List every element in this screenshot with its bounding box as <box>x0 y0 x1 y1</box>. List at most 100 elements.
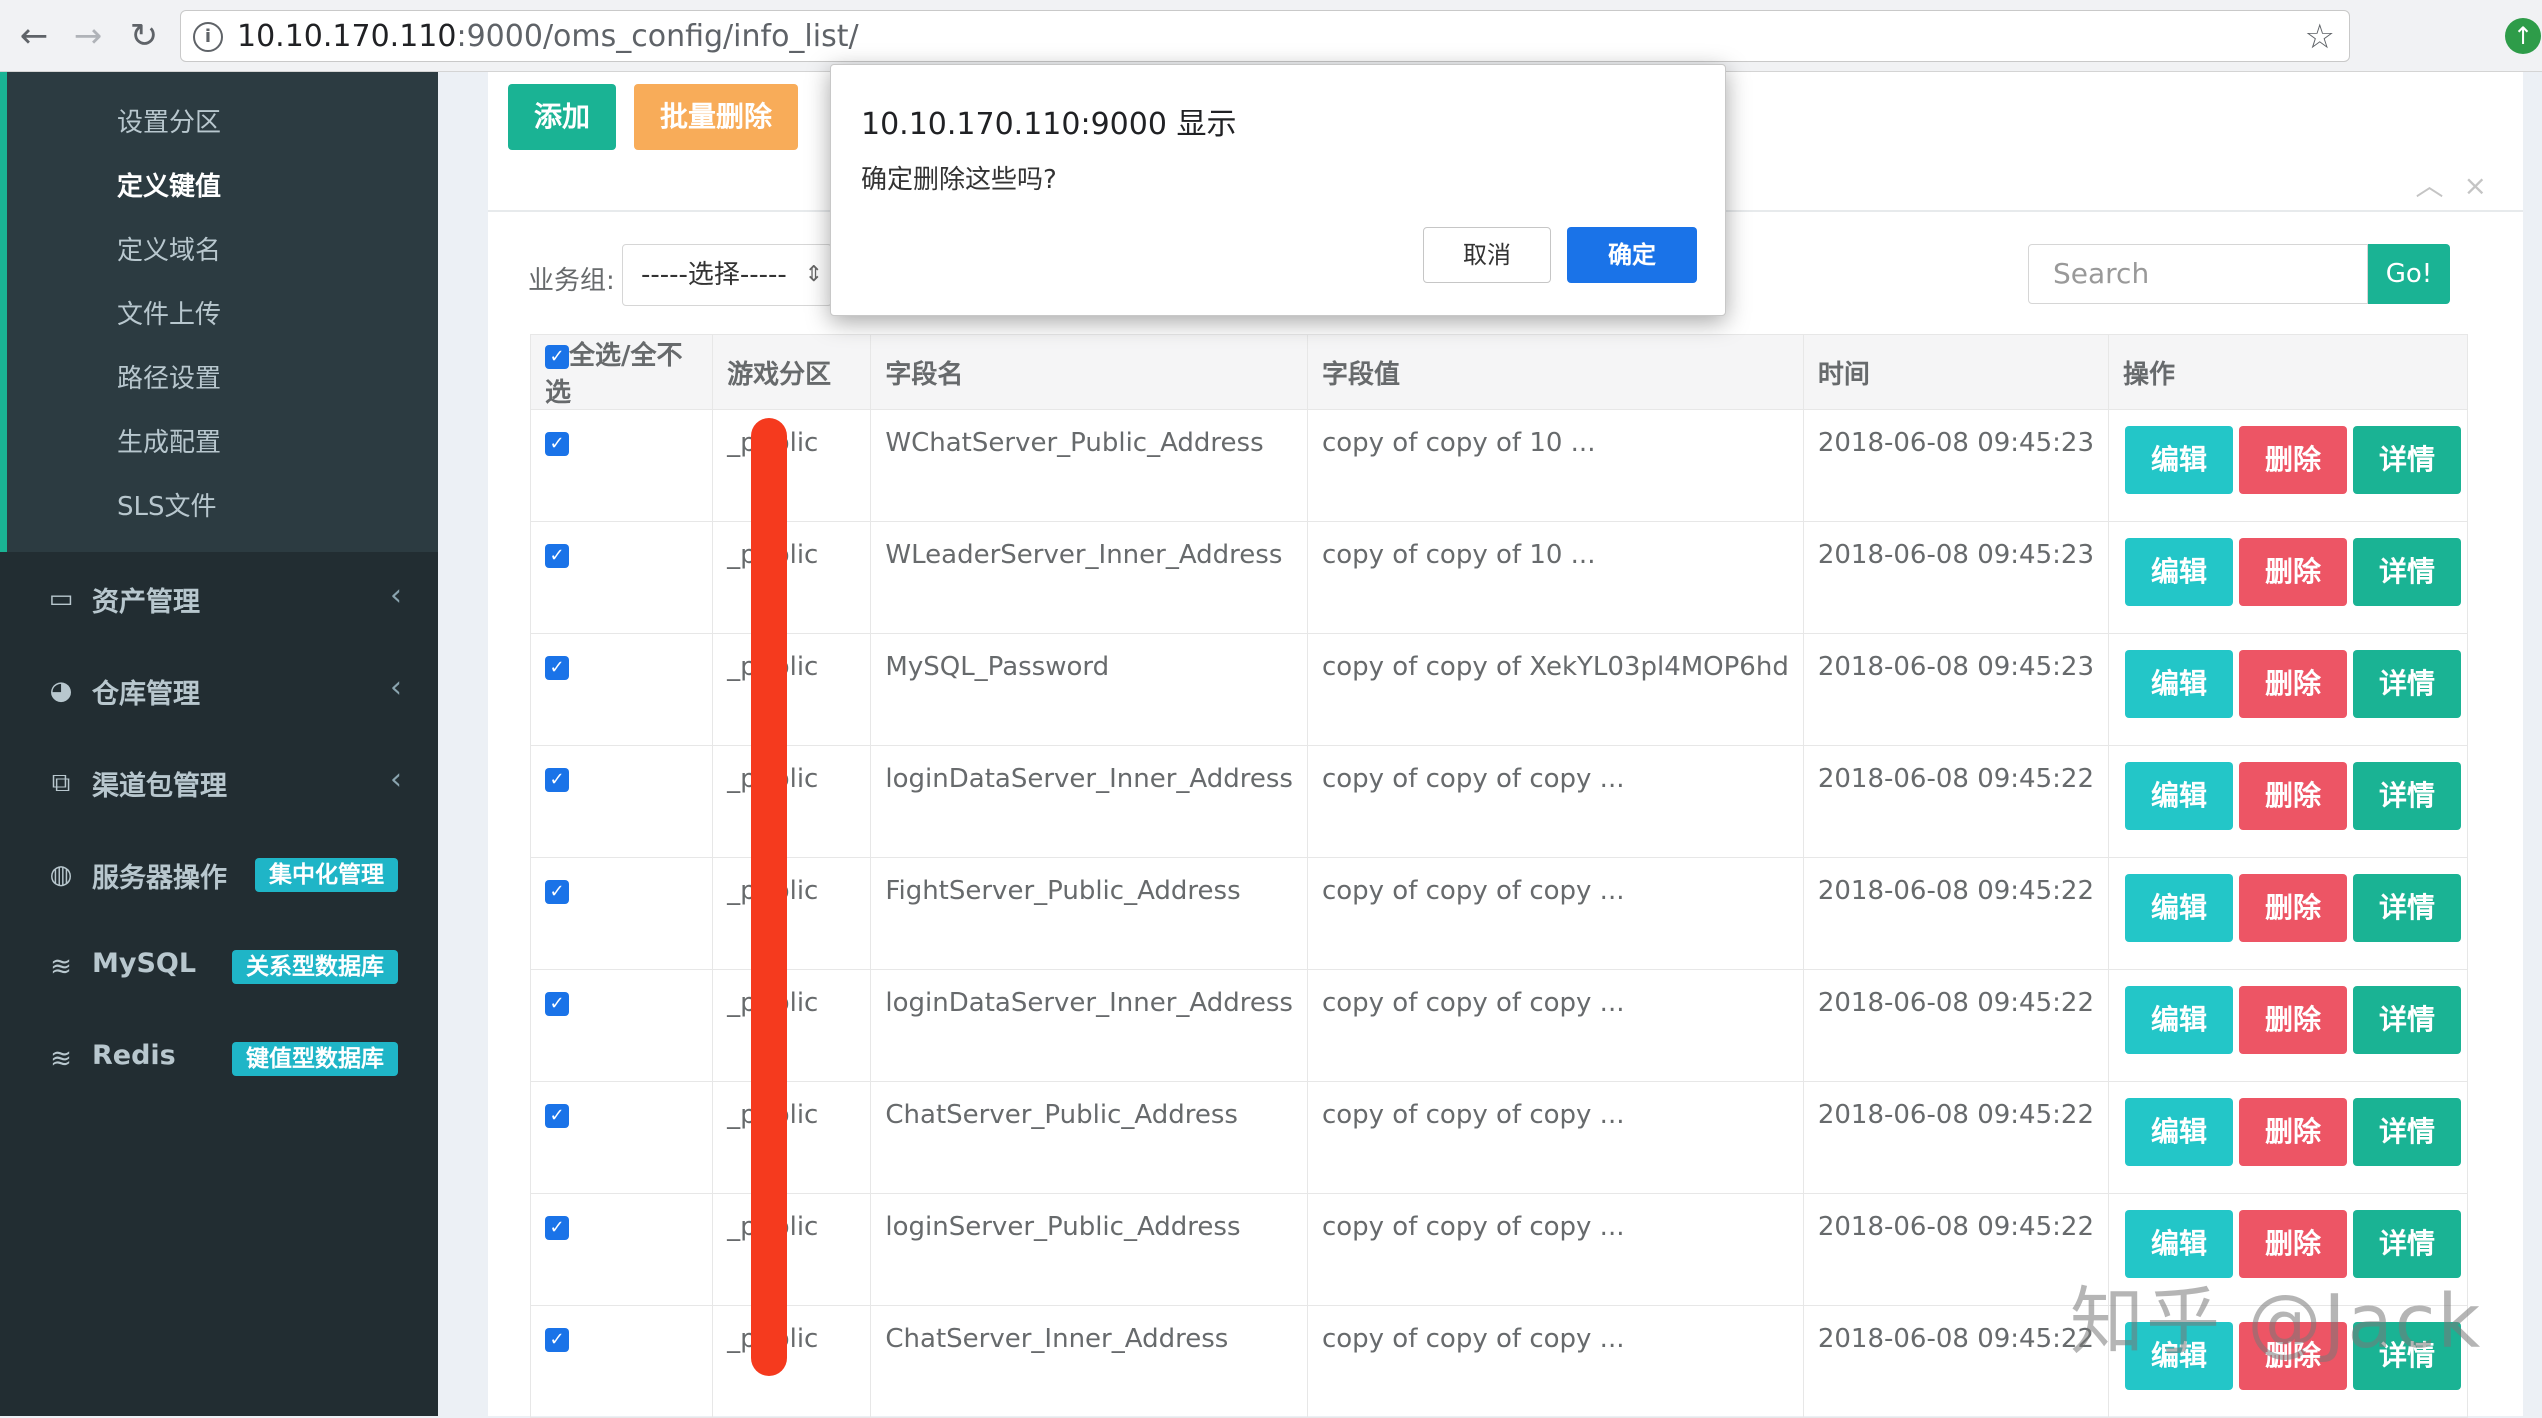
address-bar[interactable]: i 10.10.170.110:9000/oms_config/info_lis… <box>180 10 2350 62</box>
menu-label: 渠道包管理 <box>92 771 227 802</box>
menu-item-redis[interactable]: ≋ Redis 键值型数据库 <box>0 1020 438 1100</box>
field-value-cell: copy of copy of 10 ... <box>1306 521 1804 634</box>
row-select-cell[interactable]: ✓ <box>529 1305 714 1418</box>
bookmark-star-icon[interactable]: ☆ <box>2305 17 2335 57</box>
confirm-button[interactable]: 确定 <box>1567 227 1697 283</box>
info-icon[interactable]: i <box>193 22 223 52</box>
edit-button[interactable]: 编辑 <box>2125 762 2233 830</box>
header-zone: 游戏分区 <box>712 334 872 410</box>
edit-button[interactable]: 编辑 <box>2125 426 2233 494</box>
detail-button[interactable]: 详情 <box>2353 538 2461 606</box>
monitor-icon: ▭ <box>48 584 74 614</box>
checkbox[interactable]: ✓ <box>545 879 569 904</box>
delete-button[interactable]: 删除 <box>2239 762 2347 830</box>
field-value-cell: copy of copy of copy ... <box>1306 969 1804 1082</box>
header-field-name: 字段名 <box>870 334 1308 410</box>
detail-button[interactable]: 详情 <box>2353 762 2461 830</box>
business-group-select[interactable]: -----选择----- ⇕ <box>622 244 832 306</box>
detail-button[interactable]: 详情 <box>2353 986 2461 1054</box>
watermark: 知乎 @Jack <box>2070 1279 2483 1365</box>
time-cell: 2018-06-08 09:45:23 <box>1802 409 2110 522</box>
menu-label: MySQL <box>92 948 197 979</box>
row-select-cell[interactable]: ✓ <box>529 745 714 858</box>
checkbox[interactable]: ✓ <box>545 1103 569 1128</box>
edit-button[interactable]: 编辑 <box>2125 650 2233 718</box>
field-value-cell: copy of copy of copy ... <box>1306 1081 1804 1194</box>
checkbox[interactable]: ✓ <box>545 344 569 369</box>
delete-button[interactable]: 删除 <box>2239 986 2347 1054</box>
cancel-button[interactable]: 取消 <box>1423 227 1551 283</box>
menu-item-warehouse[interactable]: ◕ 仓库管理 ‹ <box>0 652 438 732</box>
field-name-cell: loginDataServer_Inner_Address <box>870 969 1308 1082</box>
submenu-item-file-upload[interactable]: 文件上传 <box>117 294 221 331</box>
update-icon[interactable]: ↑ <box>2505 18 2541 54</box>
submenu-item-define-keys[interactable]: 定义键值 <box>117 166 221 203</box>
row-select-cell[interactable]: ✓ <box>529 857 714 970</box>
edit-button[interactable]: 编辑 <box>2125 1098 2233 1166</box>
search-input[interactable]: Search <box>2028 244 2368 304</box>
reload-icon[interactable]: ↻ <box>122 14 166 58</box>
detail-button[interactable]: 详情 <box>2353 426 2461 494</box>
submenu-item-set-partition[interactable]: 设置分区 <box>117 102 221 139</box>
row-select-cell[interactable]: ✓ <box>529 1193 714 1306</box>
field-value-cell: copy of copy of copy ... <box>1306 1193 1804 1306</box>
url-path: :9000/oms_config/info_list/ <box>456 19 859 54</box>
checkbox[interactable]: ✓ <box>545 767 569 792</box>
detail-button[interactable]: 详情 <box>2353 650 2461 718</box>
redaction-mark <box>751 418 787 1376</box>
actions-cell: 编辑 删除 详情 <box>2108 1081 2468 1194</box>
table-row: ✓ _publicWLeaderServer_Inner_Addresscopy … <box>529 521 2468 634</box>
checkbox[interactable]: ✓ <box>545 991 569 1016</box>
detail-button[interactable]: 详情 <box>2353 1098 2461 1166</box>
time-cell: 2018-06-08 09:45:22 <box>1802 1305 2110 1418</box>
row-select-cell[interactable]: ✓ <box>529 633 714 746</box>
edit-button[interactable]: 编辑 <box>2125 538 2233 606</box>
edit-button[interactable]: 编辑 <box>2125 874 2233 942</box>
delete-button[interactable]: 删除 <box>2239 874 2347 942</box>
delete-button[interactable]: 删除 <box>2239 650 2347 718</box>
row-select-cell[interactable]: ✓ <box>529 521 714 634</box>
checkbox[interactable]: ✓ <box>545 1215 569 1240</box>
batch-delete-button[interactable]: 批量删除 <box>634 84 798 150</box>
row-select-cell[interactable]: ✓ <box>529 1081 714 1194</box>
checkbox[interactable]: ✓ <box>545 1327 569 1352</box>
edit-button[interactable]: 编辑 <box>2125 986 2233 1054</box>
checkbox[interactable]: ✓ <box>545 431 569 456</box>
header-field-value: 字段值 <box>1306 334 1804 410</box>
detail-button[interactable]: 详情 <box>2353 874 2461 942</box>
select-all-header[interactable]: ✓ 全选/全不选 <box>529 334 714 410</box>
delete-button[interactable]: 删除 <box>2239 538 2347 606</box>
forward-arrow-icon[interactable]: → <box>66 14 110 58</box>
submenu-item-sls-file[interactable]: SLS文件 <box>117 486 217 523</box>
browser-toolbar: ← → ↻ i 10.10.170.110:9000/oms_config/in… <box>0 0 2542 72</box>
menu-item-server-ops[interactable]: ◍ 服务器操作 集中化管理 <box>0 836 438 916</box>
header-actions: 操作 <box>2108 334 2468 410</box>
submenu-item-path-settings[interactable]: 路径设置 <box>117 358 221 395</box>
delete-button[interactable]: 删除 <box>2239 1098 2347 1166</box>
database-icon: ≋ <box>50 1044 72 1074</box>
field-value-cell: copy of copy of copy ... <box>1306 745 1804 858</box>
close-icon[interactable]: × <box>2464 169 2507 202</box>
time-cell: 2018-06-08 09:45:22 <box>1802 1081 2110 1194</box>
search-go-button[interactable]: Go! <box>2368 244 2450 304</box>
field-name-cell: FightServer_Public_Address <box>870 857 1308 970</box>
submenu-item-define-domain[interactable]: 定义域名 <box>117 230 221 267</box>
zone-cell: _public <box>712 857 872 970</box>
menu-item-channel-package[interactable]: ⧉ 渠道包管理 ‹ <box>0 744 438 824</box>
back-arrow-icon[interactable]: ← <box>12 14 56 58</box>
row-select-cell[interactable]: ✓ <box>529 409 714 522</box>
url-text[interactable]: 10.10.170.110:9000/oms_config/info_list/ <box>237 19 859 54</box>
field-value-cell: copy of copy of copy ... <box>1306 857 1804 970</box>
checkbox[interactable]: ✓ <box>545 655 569 680</box>
submenu-item-generate-config[interactable]: 生成配置 <box>117 422 221 459</box>
chevron-left-icon: ‹ <box>390 670 402 705</box>
row-select-cell[interactable]: ✓ <box>529 969 714 1082</box>
add-button[interactable]: 添加 <box>508 84 616 150</box>
checkbox[interactable]: ✓ <box>545 543 569 568</box>
field-name-cell: ChatServer_Inner_Address <box>870 1305 1308 1418</box>
table-row: ✓ _publicMySQL_Passwordcopy of copy of Xe… <box>529 633 2468 746</box>
menu-item-assets[interactable]: ▭ 资产管理 ‹ <box>0 560 438 640</box>
delete-button[interactable]: 删除 <box>2239 426 2347 494</box>
menu-item-mysql[interactable]: ≋ MySQL 关系型数据库 <box>0 928 438 1008</box>
collapse-icon[interactable]: ︿ <box>2416 169 2464 202</box>
